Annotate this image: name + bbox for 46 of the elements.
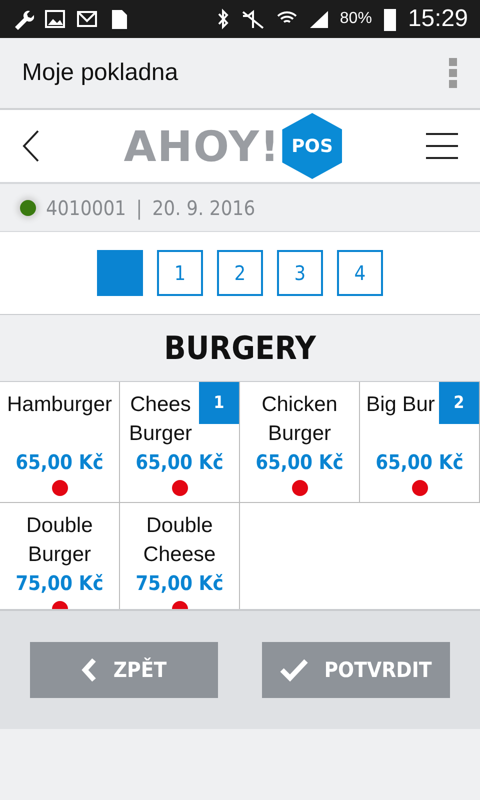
app-title: Moje pokladna xyxy=(22,59,180,87)
image-icon xyxy=(44,8,66,30)
mute-icon xyxy=(240,8,266,30)
product-price: 75,00 Kč xyxy=(136,571,224,595)
product-name: Cheese xyxy=(143,542,216,568)
product-price: 65,00 Kč xyxy=(136,450,224,474)
chevron-icon xyxy=(81,658,98,682)
category-title: BURGERY xyxy=(164,329,316,367)
register-number: 4010001 xyxy=(46,196,126,220)
page-button[interactable]: 2 xyxy=(217,250,263,296)
battery-icon xyxy=(382,6,398,32)
product-price: 65,00 Kč xyxy=(256,450,344,474)
product-name: Hamburger xyxy=(6,392,112,418)
page-button[interactable]: 3 xyxy=(277,250,323,296)
menu-icon[interactable] xyxy=(426,132,458,160)
product-tile[interactable]: Big Bur 65,00 Kč 2 xyxy=(360,382,480,503)
product-name: Big Bur xyxy=(366,392,435,418)
product-name: Chees xyxy=(130,392,191,418)
product-price: 65,00 Kč xyxy=(376,450,464,474)
battery-percent: 80% xyxy=(340,10,372,28)
product-name: Double xyxy=(26,513,93,539)
page-button[interactable]: 1 xyxy=(157,250,203,296)
product-name: Burger xyxy=(268,421,332,447)
more-icon xyxy=(448,57,458,89)
product-name: Chicken xyxy=(262,392,338,418)
product-name: Double xyxy=(146,513,213,539)
separator: | xyxy=(136,196,142,220)
product-price: 65,00 Kč xyxy=(16,450,104,474)
back-icon[interactable] xyxy=(22,130,40,162)
product-tile[interactable]: Chicken Burger 65,00 Kč xyxy=(240,382,360,503)
page-button[interactable]: 4 xyxy=(337,250,383,296)
product-tile[interactable]: Hamburger 65,00 Kč xyxy=(0,382,120,503)
product-name: Burger xyxy=(128,421,192,447)
product-tile[interactable]: Chees Burger 65,00 Kč 1 xyxy=(120,382,240,503)
count-badge: 1 xyxy=(199,382,239,424)
product-price: 75,00 Kč xyxy=(16,571,104,595)
check-icon xyxy=(280,658,308,682)
bluetooth-icon xyxy=(216,8,230,30)
count-badge: 2 xyxy=(439,382,479,424)
logo-badge: POS xyxy=(282,113,342,179)
mail-icon xyxy=(76,8,98,30)
date-text: 20. 9. 2016 xyxy=(152,196,256,220)
product-name: Burger xyxy=(28,542,92,568)
signal-icon xyxy=(308,8,330,30)
clock-time: 15:29 xyxy=(408,5,468,33)
logo-word: AHOY! xyxy=(124,122,280,170)
